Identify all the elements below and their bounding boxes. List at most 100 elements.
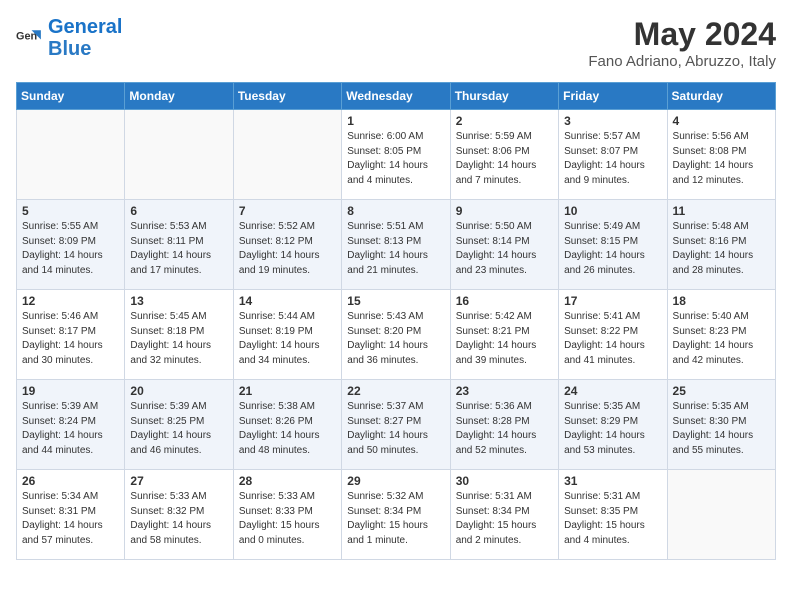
col-header-tuesday: Tuesday bbox=[233, 83, 341, 110]
calendar-cell: 11 Sunrise: 5:48 AMSunset: 8:16 PMDayligh… bbox=[667, 200, 775, 290]
week-row-3: 12 Sunrise: 5:46 AMSunset: 8:17 PMDayligh… bbox=[17, 290, 776, 380]
cell-info: Sunrise: 5:35 AMSunset: 8:29 PMDaylight:… bbox=[564, 400, 661, 458]
day-number: 19 bbox=[22, 384, 119, 398]
cell-info: Sunrise: 6:00 AMSunset: 8:05 PMDaylight:… bbox=[347, 130, 444, 188]
day-number: 7 bbox=[239, 204, 336, 218]
cell-info: Sunrise: 5:48 AMSunset: 8:16 PMDaylight:… bbox=[673, 220, 770, 278]
calendar-cell: 26Sunrise: 5:34 AMSunset: 8:31 PMDayligh… bbox=[17, 470, 125, 560]
title-block: May 2024 Fano Adriano, Abruzzo, Italy bbox=[588, 16, 776, 70]
calendar-header-row: SundayMondayTuesdayWednesdayThursdayFrid… bbox=[17, 83, 776, 110]
week-row-4: 19Sunrise: 5:39 AMSunset: 8:24 PMDayligh… bbox=[17, 380, 776, 470]
day-number: 21 bbox=[239, 384, 336, 398]
day-number: 8 bbox=[347, 204, 444, 218]
cell-info: Sunrise: 5:32 AMSunset: 8:34 PMDaylight:… bbox=[347, 490, 444, 548]
day-number: 9 bbox=[456, 204, 553, 218]
calendar-cell: 10Sunrise: 5:49 AMSunset: 8:15 PMDayligh… bbox=[559, 200, 667, 290]
cell-info: Sunrise: 5:33 AMSunset: 8:32 PMDaylight:… bbox=[130, 490, 227, 548]
week-row-2: 5Sunrise: 5:55 AMSunset: 8:09 PMDaylight… bbox=[17, 200, 776, 290]
cell-info: Sunrise: 5:33 AMSunset: 8:33 PMDaylight:… bbox=[239, 490, 336, 548]
cell-info: Sunrise: 5:53 AMSunset: 8:11 PMDaylight:… bbox=[130, 220, 227, 278]
cell-info: Sunrise: 5:31 AMSunset: 8:34 PMDaylight:… bbox=[456, 490, 553, 548]
cell-info: Sunrise: 5:36 AMSunset: 8:28 PMDaylight:… bbox=[456, 400, 553, 458]
cell-info: Sunrise: 5:51 AMSunset: 8:13 PMDaylight:… bbox=[347, 220, 444, 278]
col-header-saturday: Saturday bbox=[667, 83, 775, 110]
col-header-monday: Monday bbox=[125, 83, 233, 110]
day-number: 26 bbox=[22, 474, 119, 488]
day-number: 24 bbox=[564, 384, 661, 398]
week-row-1: 1 Sunrise: 6:00 AMSunset: 8:05 PMDaylight… bbox=[17, 110, 776, 200]
col-header-thursday: Thursday bbox=[450, 83, 558, 110]
calendar-cell: 18 Sunrise: 5:40 AMSunset: 8:23 PMDayligh… bbox=[667, 290, 775, 380]
calendar-cell: 22 Sunrise: 5:37 AMSunset: 8:27 PMDayligh… bbox=[342, 380, 450, 470]
cell-info: Sunrise: 5:46 AMSunset: 8:17 PMDaylight:… bbox=[22, 310, 119, 368]
cell-info: Sunrise: 5:50 AMSunset: 8:14 PMDaylight:… bbox=[456, 220, 553, 278]
cell-info: Sunrise: 5:52 AMSunset: 8:12 PMDaylight:… bbox=[239, 220, 336, 278]
cell-info: Sunrise: 5:57 AMSunset: 8:07 PMDaylight:… bbox=[564, 130, 661, 188]
cell-info: Sunrise: 5:44 AMSunset: 8:19 PMDaylight:… bbox=[239, 310, 336, 368]
calendar-cell: 1 Sunrise: 6:00 AMSunset: 8:05 PMDaylight… bbox=[342, 110, 450, 200]
calendar-cell: 20 Sunrise: 5:39 AMSunset: 8:25 PMDayligh… bbox=[125, 380, 233, 470]
day-number: 20 bbox=[130, 384, 227, 398]
calendar-cell bbox=[233, 110, 341, 200]
cell-info: Sunrise: 5:41 AMSunset: 8:22 PMDaylight:… bbox=[564, 310, 661, 368]
calendar-cell: 31 Sunrise: 5:31 AMSunset: 8:35 PMDayligh… bbox=[559, 470, 667, 560]
calendar-cell: 28 Sunrise: 5:33 AMSunset: 8:33 PMDayligh… bbox=[233, 470, 341, 560]
col-header-sunday: Sunday bbox=[17, 83, 125, 110]
cell-info: Sunrise: 5:59 AMSunset: 8:06 PMDaylight:… bbox=[456, 130, 553, 188]
day-number: 23 bbox=[456, 384, 553, 398]
calendar-cell: 2Sunrise: 5:59 AMSunset: 8:06 PMDaylight… bbox=[450, 110, 558, 200]
day-number: 13 bbox=[130, 294, 227, 308]
calendar-cell: 24 Sunrise: 5:35 AMSunset: 8:29 PMDayligh… bbox=[559, 380, 667, 470]
calendar-cell: 21 Sunrise: 5:38 AMSunset: 8:26 PMDayligh… bbox=[233, 380, 341, 470]
day-number: 25 bbox=[673, 384, 770, 398]
calendar-cell: 12 Sunrise: 5:46 AMSunset: 8:17 PMDayligh… bbox=[17, 290, 125, 380]
cell-info: Sunrise: 5:35 AMSunset: 8:30 PMDaylight:… bbox=[673, 400, 770, 458]
calendar-cell: 6 Sunrise: 5:53 AMSunset: 8:11 PMDaylight… bbox=[125, 200, 233, 290]
day-number: 4 bbox=[673, 114, 770, 128]
day-number: 27 bbox=[130, 474, 227, 488]
calendar-cell bbox=[125, 110, 233, 200]
calendar-cell: 19Sunrise: 5:39 AMSunset: 8:24 PMDayligh… bbox=[17, 380, 125, 470]
calendar-cell: 29 Sunrise: 5:32 AMSunset: 8:34 PMDayligh… bbox=[342, 470, 450, 560]
location-title: Fano Adriano, Abruzzo, Italy bbox=[588, 53, 776, 70]
cell-info: Sunrise: 5:56 AMSunset: 8:08 PMDaylight:… bbox=[673, 130, 770, 188]
page-header: Gen General Blue May 2024 Fano Adriano, … bbox=[16, 16, 776, 70]
logo: Gen General Blue bbox=[16, 16, 122, 60]
day-number: 22 bbox=[347, 384, 444, 398]
cell-info: Sunrise: 5:42 AMSunset: 8:21 PMDaylight:… bbox=[456, 310, 553, 368]
cell-info: Sunrise: 5:45 AMSunset: 8:18 PMDaylight:… bbox=[130, 310, 227, 368]
day-number: 31 bbox=[564, 474, 661, 488]
day-number: 12 bbox=[22, 294, 119, 308]
month-title: May 2024 bbox=[588, 16, 776, 53]
day-number: 15 bbox=[347, 294, 444, 308]
week-row-5: 26Sunrise: 5:34 AMSunset: 8:31 PMDayligh… bbox=[17, 470, 776, 560]
calendar-cell: 9 Sunrise: 5:50 AMSunset: 8:14 PMDaylight… bbox=[450, 200, 558, 290]
calendar-cell: 4 Sunrise: 5:56 AMSunset: 8:08 PMDaylight… bbox=[667, 110, 775, 200]
day-number: 10 bbox=[564, 204, 661, 218]
day-number: 17 bbox=[564, 294, 661, 308]
calendar-cell bbox=[667, 470, 775, 560]
calendar-cell: 15 Sunrise: 5:43 AMSunset: 8:20 PMDayligh… bbox=[342, 290, 450, 380]
day-number: 28 bbox=[239, 474, 336, 488]
day-number: 11 bbox=[673, 204, 770, 218]
logo-text: General Blue bbox=[48, 16, 122, 60]
calendar-cell: 16Sunrise: 5:42 AMSunset: 8:21 PMDayligh… bbox=[450, 290, 558, 380]
cell-info: Sunrise: 5:39 AMSunset: 8:25 PMDaylight:… bbox=[130, 400, 227, 458]
cell-info: Sunrise: 5:37 AMSunset: 8:27 PMDaylight:… bbox=[347, 400, 444, 458]
cell-info: Sunrise: 5:38 AMSunset: 8:26 PMDaylight:… bbox=[239, 400, 336, 458]
calendar-cell: 13 Sunrise: 5:45 AMSunset: 8:18 PMDayligh… bbox=[125, 290, 233, 380]
calendar-cell: 30 Sunrise: 5:31 AMSunset: 8:34 PMDayligh… bbox=[450, 470, 558, 560]
cell-info: Sunrise: 5:40 AMSunset: 8:23 PMDaylight:… bbox=[673, 310, 770, 368]
calendar-cell: 14 Sunrise: 5:44 AMSunset: 8:19 PMDayligh… bbox=[233, 290, 341, 380]
cell-info: Sunrise: 5:31 AMSunset: 8:35 PMDaylight:… bbox=[564, 490, 661, 548]
day-number: 30 bbox=[456, 474, 553, 488]
day-number: 1 bbox=[347, 114, 444, 128]
day-number: 6 bbox=[130, 204, 227, 218]
day-number: 14 bbox=[239, 294, 336, 308]
day-number: 29 bbox=[347, 474, 444, 488]
day-number: 18 bbox=[673, 294, 770, 308]
day-number: 3 bbox=[564, 114, 661, 128]
col-header-wednesday: Wednesday bbox=[342, 83, 450, 110]
cell-info: Sunrise: 5:43 AMSunset: 8:20 PMDaylight:… bbox=[347, 310, 444, 368]
calendar-cell: 23 Sunrise: 5:36 AMSunset: 8:28 PMDayligh… bbox=[450, 380, 558, 470]
